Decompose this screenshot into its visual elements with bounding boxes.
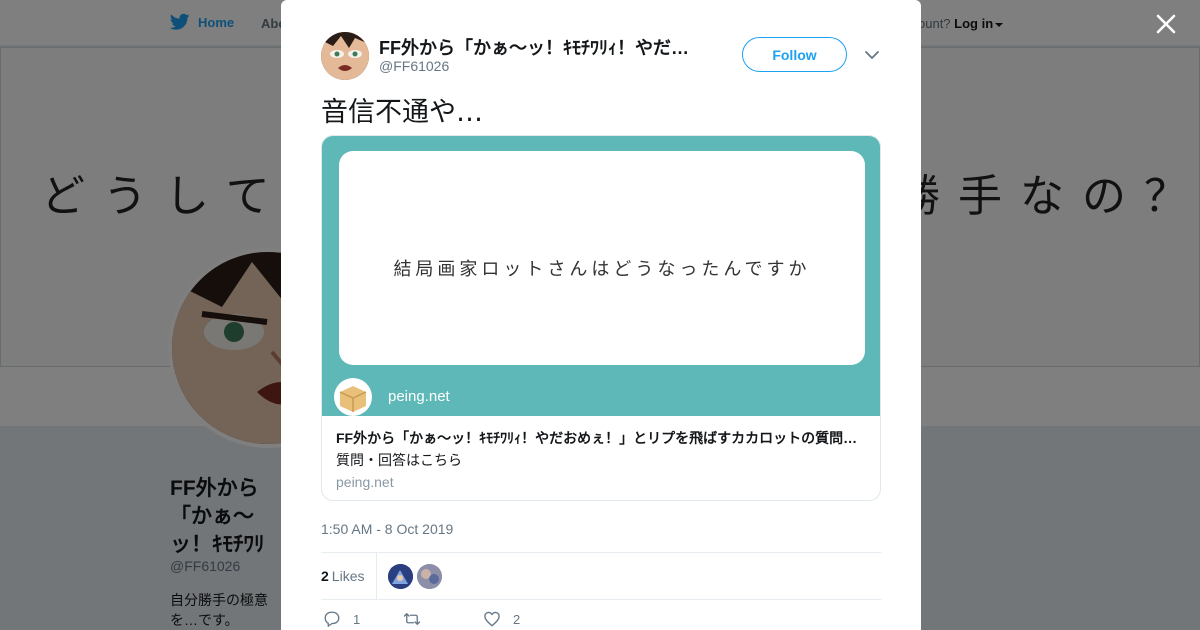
liker-avatar-image xyxy=(417,564,442,589)
reply-button[interactable]: 1 xyxy=(323,610,360,628)
likes-stat[interactable]: 2 Likes xyxy=(321,568,364,584)
follow-button[interactable]: Follow xyxy=(742,37,847,72)
reply-icon xyxy=(324,611,340,627)
close-icon[interactable] xyxy=(1152,10,1180,38)
tweet-stats: 2 Likes xyxy=(321,552,881,600)
likes-count: 2 xyxy=(321,568,329,584)
likes-label: Likes xyxy=(331,568,365,584)
liker-avatar[interactable] xyxy=(388,564,413,589)
card-title: FF外から「かぁ〜ッ！ｷﾓﾁﾜﾘｨ！やだおめぇ！」とリプを飛ばすカカロットの質問… xyxy=(336,430,858,446)
card-image: 結局画家ロットさんはどうなったんですか peing.net xyxy=(322,136,880,416)
author-avatar-illustration xyxy=(321,32,369,80)
box-icon xyxy=(339,386,367,412)
like-button[interactable]: 2 xyxy=(483,610,520,628)
retweet-button[interactable] xyxy=(403,610,433,628)
tweet-modal: FF外から「かぁ〜ッ！ｷﾓﾁﾜﾘｨ！やだ… @FF61026 Follow 音信… xyxy=(281,0,921,630)
card-question-text: 結局画家ロットさんはどうなったんですか xyxy=(393,259,811,280)
liker-avatar-image xyxy=(388,564,413,589)
link-card[interactable]: 結局画家ロットさんはどうなったんですか peing.net FF外から「かぁ〜ッ… xyxy=(321,135,881,501)
card-brand-domain: peing.net xyxy=(388,388,450,405)
tweet-timestamp[interactable]: 1:50 AM - 8 Oct 2019 xyxy=(321,521,453,537)
chevron-down-icon[interactable] xyxy=(864,47,880,63)
card-question-panel: 結局画家ロットさんはどうなったんですか xyxy=(339,151,865,365)
liker-avatar[interactable] xyxy=(417,564,442,589)
author-avatar[interactable] xyxy=(321,32,369,80)
tweet-actions: 1 2 xyxy=(321,610,881,630)
author-handle[interactable]: @FF61026 xyxy=(379,58,449,74)
heart-icon xyxy=(484,611,500,627)
stat-divider xyxy=(376,553,377,600)
card-url: peing.net xyxy=(336,474,394,490)
author-name[interactable]: FF外から「かぁ〜ッ！ｷﾓﾁﾜﾘｨ！やだ… xyxy=(379,34,699,60)
reply-count: 1 xyxy=(353,611,361,627)
tweet-text: 音信不通や… xyxy=(321,97,483,128)
like-count: 2 xyxy=(513,611,521,627)
card-description: 質問・回答はこちら xyxy=(336,453,462,469)
peing-logo-icon xyxy=(334,378,372,416)
retweet-icon xyxy=(403,613,421,625)
